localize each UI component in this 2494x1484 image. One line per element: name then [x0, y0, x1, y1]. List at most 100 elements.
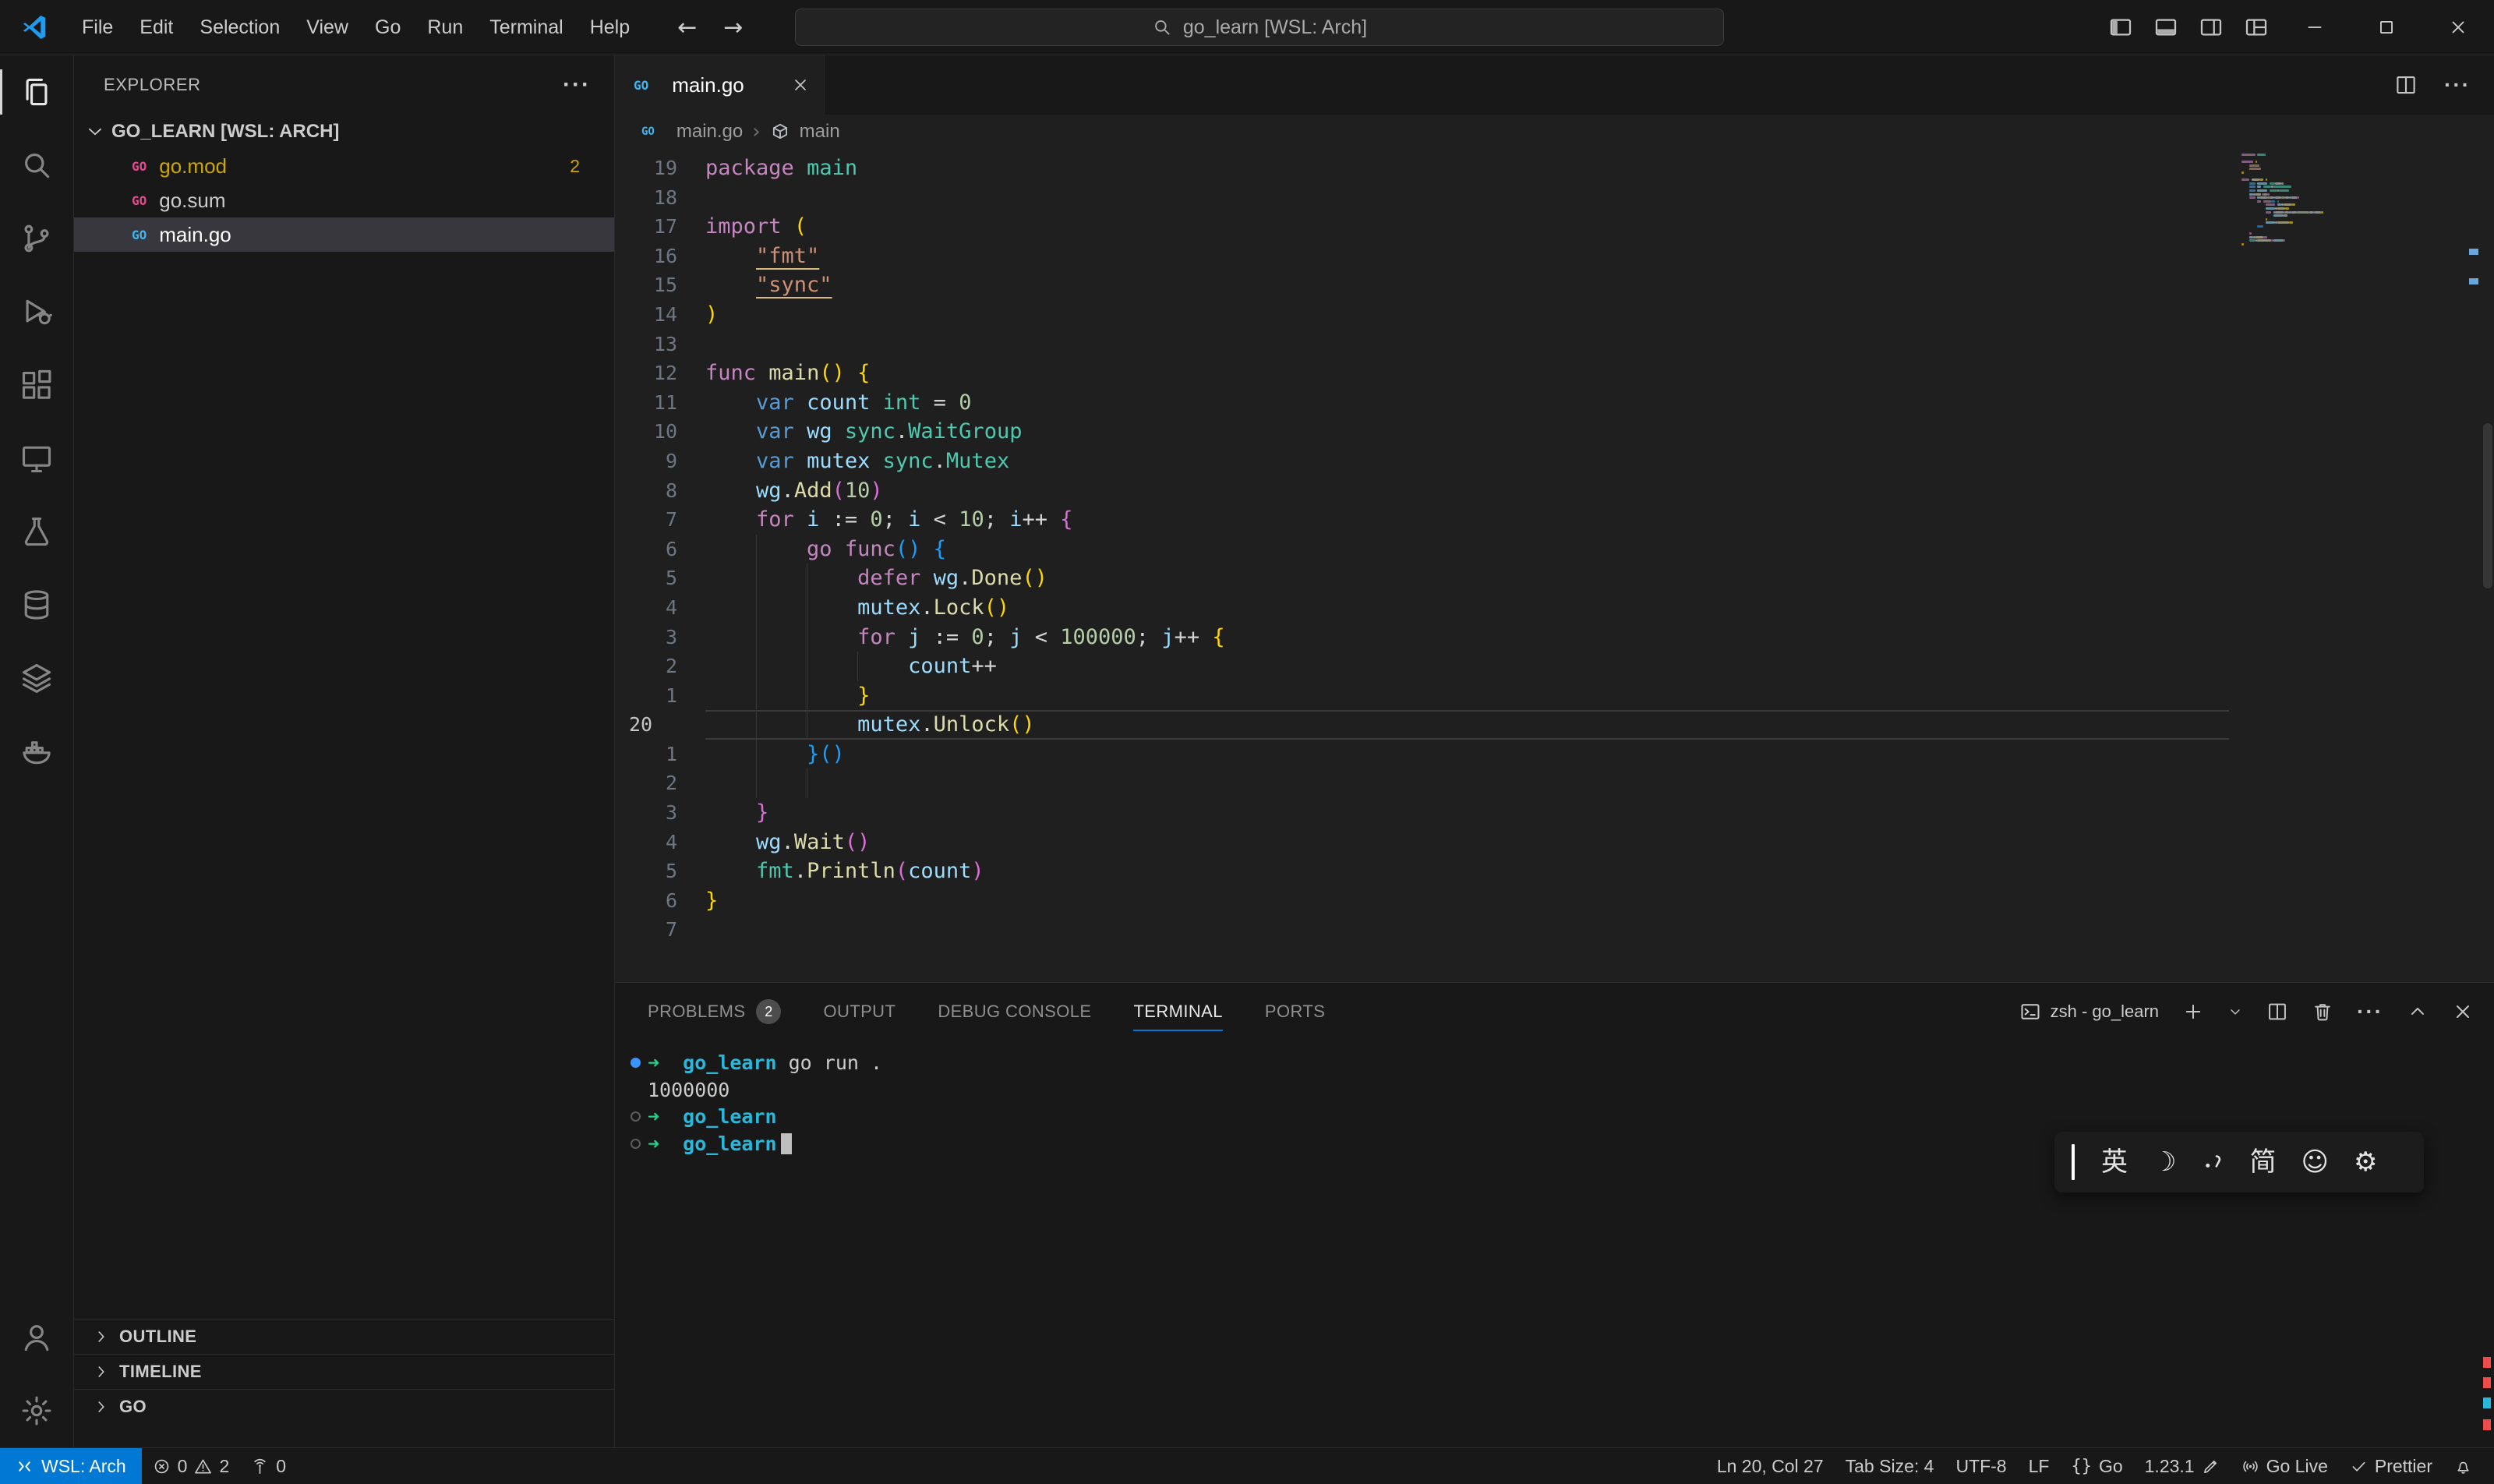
- code-line[interactable]: 10 var wg sync.WaitGroup: [615, 417, 2494, 447]
- code-line[interactable]: 11 var count int = 0: [615, 388, 2494, 418]
- section-timeline[interactable]: TIMELINE: [74, 1354, 614, 1389]
- database-icon[interactable]: [0, 568, 73, 641]
- notifications-bell[interactable]: [2443, 1448, 2483, 1484]
- code-line[interactable]: 2 count++: [615, 652, 2494, 681]
- line-number[interactable]: 7: [615, 505, 705, 535]
- run-debug-icon[interactable]: [0, 275, 73, 348]
- code-line[interactable]: 4 wg.Wait(): [615, 828, 2494, 857]
- command-decoration-icon[interactable]: [631, 1139, 641, 1149]
- ime-simplified-chinese[interactable]: 简: [2249, 1149, 2276, 1175]
- cursor-position[interactable]: Ln 20, Col 27: [1706, 1448, 1835, 1484]
- customize-layout-icon[interactable]: [2234, 0, 2279, 55]
- line-number[interactable]: 1: [615, 740, 705, 769]
- explorer-more-actions-icon[interactable]: ···: [563, 72, 591, 98]
- menu-view[interactable]: View: [293, 0, 362, 55]
- problems-status[interactable]: 0 2: [142, 1448, 241, 1484]
- back-arrow-icon[interactable]: ←: [677, 14, 697, 41]
- line-number[interactable]: 17: [615, 212, 705, 242]
- code-line[interactable]: 5 fmt.Println(count): [615, 857, 2494, 886]
- menu-go[interactable]: Go: [362, 0, 414, 55]
- ime-punctuation-icon[interactable]: [2201, 1150, 2224, 1174]
- section-go[interactable]: GO: [74, 1389, 614, 1424]
- code-line[interactable]: 16 "fmt": [615, 242, 2494, 271]
- line-number[interactable]: 7: [615, 915, 705, 945]
- maximize-button[interactable]: [2351, 0, 2422, 55]
- code-line[interactable]: 4 mutex.Lock(): [615, 593, 2494, 623]
- line-number[interactable]: 20: [615, 710, 705, 740]
- menu-selection[interactable]: Selection: [186, 0, 293, 55]
- close-tab-icon[interactable]: [791, 76, 810, 94]
- editor-scrollbar[interactable]: [2483, 423, 2492, 588]
- toggle-secondary-sidebar-icon[interactable]: [2188, 0, 2234, 55]
- line-number[interactable]: 2: [615, 652, 705, 681]
- line-number[interactable]: 15: [615, 270, 705, 300]
- terminal-dropdown-icon[interactable]: [2227, 1004, 2243, 1019]
- code-line[interactable]: 13: [615, 330, 2494, 359]
- line-number[interactable]: 13: [615, 330, 705, 359]
- menu-file[interactable]: File: [69, 0, 126, 55]
- kill-terminal-icon[interactable]: [2312, 1001, 2333, 1023]
- docker-icon[interactable]: [0, 715, 73, 788]
- line-number[interactable]: 12: [615, 359, 705, 388]
- code-line[interactable]: 6 go func() {: [615, 535, 2494, 564]
- line-number[interactable]: 8: [615, 476, 705, 506]
- ports-status[interactable]: 0: [240, 1448, 297, 1484]
- code-line[interactable]: 3 }: [615, 798, 2494, 828]
- prettier-status[interactable]: Prettier: [2339, 1448, 2443, 1484]
- panel-tab-terminal[interactable]: TERMINAL: [1133, 983, 1222, 1041]
- tab-main-go[interactable]: GO main.go: [615, 55, 825, 115]
- minimap[interactable]: [2241, 154, 2449, 294]
- line-number[interactable]: 14: [615, 300, 705, 330]
- command-decoration-icon[interactable]: [631, 1058, 641, 1068]
- code-line[interactable]: 3 for j := 0; j < 100000; j++ {: [615, 623, 2494, 652]
- extensions-icon[interactable]: [0, 348, 73, 422]
- panel-tab-output[interactable]: OUTPUT: [823, 983, 896, 1041]
- maximize-panel-icon[interactable]: [2407, 1001, 2429, 1023]
- ime-emoji-icon[interactable]: ☺: [2301, 1149, 2328, 1175]
- line-number[interactable]: 2: [615, 768, 705, 798]
- split-editor-icon[interactable]: [2394, 73, 2418, 97]
- code-line[interactable]: 2: [615, 768, 2494, 798]
- code-line[interactable]: 8 wg.Add(10): [615, 476, 2494, 506]
- menu-help[interactable]: Help: [577, 0, 643, 55]
- terminal-instance[interactable]: zsh - go_learn: [2019, 1001, 2159, 1023]
- line-number[interactable]: 6: [615, 535, 705, 564]
- code-line[interactable]: 7 for i := 0; i < 10; i++ {: [615, 505, 2494, 535]
- ime-language-toggle[interactable]: 英: [2101, 1149, 2128, 1175]
- split-terminal-icon[interactable]: [2266, 1001, 2288, 1023]
- line-number[interactable]: 9: [615, 447, 705, 476]
- file-go.mod[interactable]: GOgo.mod2: [74, 149, 614, 183]
- code-line[interactable]: 5 defer wg.Done(): [615, 564, 2494, 593]
- accounts-icon[interactable]: [0, 1301, 73, 1374]
- code-line[interactable]: 20 mutex.Unlock(): [615, 710, 2494, 740]
- explorer-icon[interactable]: [0, 55, 73, 129]
- line-number[interactable]: 3: [615, 623, 705, 652]
- go-version-status[interactable]: 1.23.1: [2134, 1448, 2231, 1484]
- menu-edit[interactable]: Edit: [126, 0, 186, 55]
- panel-tab-problems[interactable]: PROBLEMS2: [648, 983, 781, 1041]
- command-center[interactable]: go_learn [WSL: Arch]: [795, 9, 1724, 46]
- command-decoration-icon[interactable]: [631, 1111, 641, 1122]
- line-number[interactable]: 10: [615, 417, 705, 447]
- code-line[interactable]: 6}: [615, 886, 2494, 916]
- line-number[interactable]: 18: [615, 183, 705, 213]
- toggle-panel-icon[interactable]: [2143, 0, 2188, 55]
- line-number[interactable]: 3: [615, 798, 705, 828]
- breadcrumb-symbol[interactable]: main: [800, 121, 840, 143]
- code-line[interactable]: 1 }: [615, 681, 2494, 711]
- eol-status[interactable]: LF: [2018, 1448, 2061, 1484]
- section-outline[interactable]: OUTLINE: [74, 1319, 614, 1354]
- file-main.go[interactable]: GOmain.go: [74, 217, 614, 252]
- explorer-root-folder[interactable]: GO_LEARN [WSL: ARCH]: [74, 115, 614, 149]
- ime-settings-icon[interactable]: ⚙: [2354, 1149, 2377, 1175]
- line-number[interactable]: 11: [615, 388, 705, 418]
- code-line[interactable]: 7: [615, 915, 2494, 945]
- close-panel-icon[interactable]: [2452, 1001, 2474, 1023]
- code-line[interactable]: 19package main: [615, 154, 2494, 183]
- ime-halfwidth-moon-icon[interactable]: ☽: [2153, 1149, 2176, 1175]
- line-number[interactable]: 6: [615, 886, 705, 916]
- go-live-button[interactable]: Go Live: [2231, 1448, 2339, 1484]
- code-line[interactable]: 18: [615, 183, 2494, 213]
- layers-icon[interactable]: [0, 641, 73, 715]
- remote-indicator[interactable]: WSL: Arch: [0, 1448, 142, 1484]
